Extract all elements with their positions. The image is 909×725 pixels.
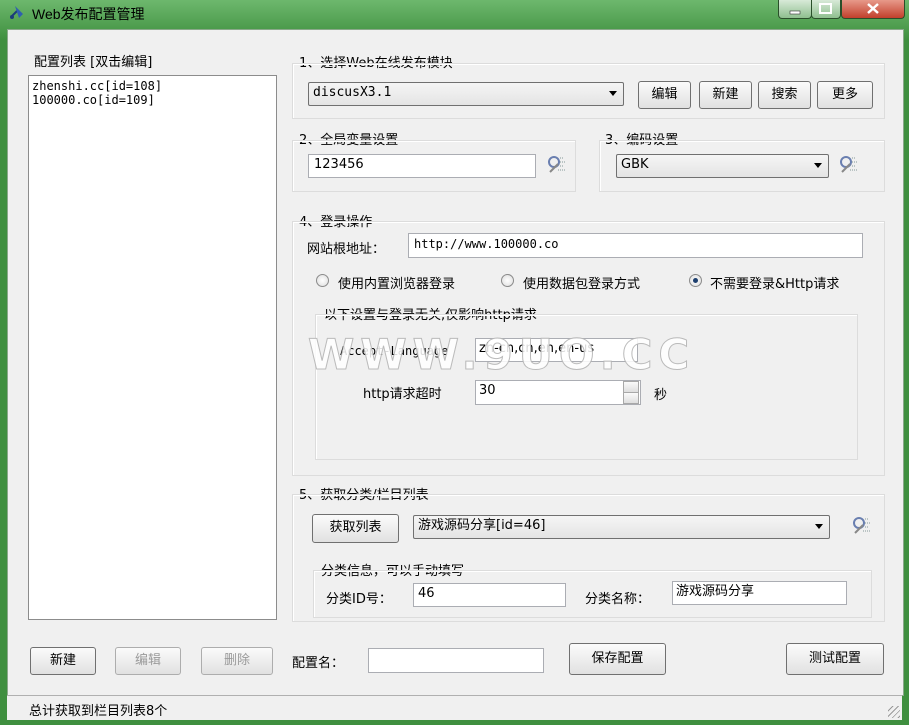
category-select-value: 游戏源码分享[id=46]	[418, 518, 546, 533]
timeout-input[interactable]: 30	[475, 380, 641, 405]
chevron-down-icon	[609, 91, 617, 96]
save-config-button[interactable]: 保存配置	[569, 643, 666, 675]
maximize-button[interactable]	[811, 0, 841, 19]
test-config-button[interactable]: 测试配置	[786, 643, 884, 675]
chevron-down-icon	[815, 524, 823, 529]
config-name-label: 配置名：	[292, 656, 345, 671]
delete-config-button[interactable]: 删除	[201, 647, 273, 675]
radio-no-login-label[interactable]: 不需要登录&Http请求	[710, 273, 839, 292]
help-tools-icon[interactable]	[546, 154, 568, 176]
config-listbox[interactable]: zhenshi.cc[id=108] 100000.co[id=109]	[28, 75, 277, 620]
maximize-icon	[819, 3, 832, 14]
radio-builtin-browser-label[interactable]: 使用内置浏览器登录	[338, 273, 455, 292]
module-select-value: discusX3.1	[313, 85, 392, 100]
timeout-label: http请求超时	[363, 387, 442, 402]
root-url-label: 网站根地址：	[307, 242, 386, 257]
edit-config-button[interactable]: 编辑	[115, 647, 181, 675]
root-url-input[interactable]: http://www.100000.co	[408, 233, 863, 258]
chevron-down-icon	[814, 163, 822, 168]
category-select[interactable]: 游戏源码分享[id=46]	[413, 515, 830, 539]
resize-grip-icon[interactable]	[888, 706, 900, 718]
module-more-button[interactable]: 更多	[817, 81, 873, 109]
new-config-button[interactable]: 新建	[30, 647, 96, 675]
list-item[interactable]: zhenshi.cc[id=108]	[29, 76, 276, 93]
close-icon	[867, 3, 879, 14]
minimize-icon	[789, 10, 801, 15]
title-bar[interactable]: Web发布配置管理	[0, 0, 909, 26]
minimize-button[interactable]	[778, 0, 812, 19]
close-button[interactable]	[841, 0, 905, 19]
encoding-select-value: GBK	[621, 157, 649, 172]
category-name-input[interactable]: 游戏源码分享	[672, 581, 847, 605]
encoding-select[interactable]: GBK	[616, 154, 829, 178]
module-select[interactable]: discusX3.1	[308, 82, 624, 106]
fetch-list-button[interactable]: 获取列表	[312, 514, 399, 543]
timeout-unit: 秒	[654, 388, 668, 403]
category-name-label: 分类名称：	[585, 592, 651, 607]
list-item[interactable]: 100000.co[id=109]	[29, 93, 276, 107]
config-name-input[interactable]	[368, 648, 544, 673]
app-window: Web发布配置管理 配置列表 [双击编辑] zhenshi.cc[id=108]…	[0, 0, 909, 725]
timeout-spinner[interactable]	[623, 381, 639, 404]
satellite-icon	[10, 6, 23, 19]
category-id-input[interactable]: 46	[413, 583, 566, 607]
module-new-button[interactable]: 新建	[699, 81, 752, 109]
window-title: Web发布配置管理	[32, 6, 145, 22]
module-search-button[interactable]: 搜索	[758, 81, 811, 109]
module-edit-button[interactable]: 编辑	[638, 81, 691, 109]
radio-packet-login-label[interactable]: 使用数据包登录方式	[523, 273, 640, 292]
radio-no-login[interactable]	[689, 274, 702, 287]
spin-down-icon[interactable]	[623, 392, 639, 404]
watermark: WWW.9UO.CC	[307, 330, 696, 380]
global-var-input[interactable]: 123456	[308, 154, 536, 178]
status-bar: 总计获取到栏目列表8个	[7, 695, 902, 720]
radio-builtin-browser[interactable]	[316, 274, 329, 287]
help-tools-icon[interactable]	[851, 515, 873, 537]
config-list-label: 配置列表 [双击编辑]	[34, 55, 153, 70]
main-panel: 配置列表 [双击编辑] zhenshi.cc[id=108] 100000.co…	[7, 29, 904, 696]
category-id-label: 分类ID号：	[326, 592, 392, 607]
radio-packet-login[interactable]	[501, 274, 514, 287]
status-text: 总计获取到栏目列表8个	[29, 704, 168, 719]
help-tools-icon[interactable]	[838, 154, 860, 176]
